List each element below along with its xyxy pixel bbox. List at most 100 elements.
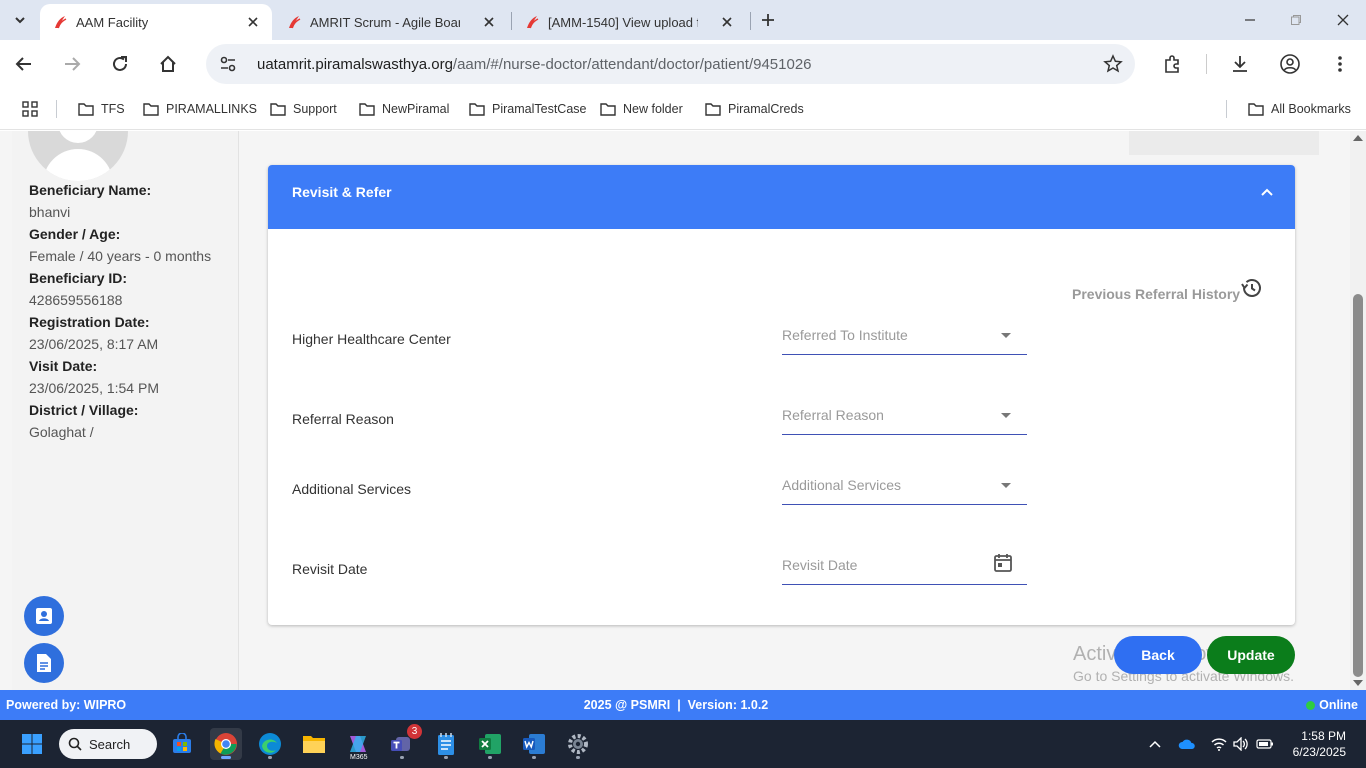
taskbar-settings[interactable]: [562, 728, 594, 760]
previous-referral-history-link[interactable]: Previous Referral History: [1072, 286, 1240, 302]
edge-icon: [259, 733, 281, 755]
taskbar-store[interactable]: [166, 728, 198, 760]
folder-icon: [600, 103, 616, 116]
piramal-favicon-icon: [527, 16, 539, 29]
online-status: Online: [1306, 698, 1358, 712]
site-info-icon[interactable]: [218, 54, 238, 74]
taskbar-excel[interactable]: [474, 728, 506, 760]
calendar-icon[interactable]: [993, 553, 1013, 573]
tab-aam-facility[interactable]: AAM Facility: [40, 4, 272, 40]
minimize-button[interactable]: [1240, 10, 1260, 30]
taskbar-edge[interactable]: [254, 728, 286, 760]
revisit-refer-header[interactable]: Revisit & Refer: [268, 165, 1295, 229]
gender-age-value: Female / 40 years - 0 months: [29, 248, 212, 264]
taskbar-chrome[interactable]: [210, 728, 242, 760]
bookmark-label: Support: [293, 102, 337, 116]
all-bookmarks-button[interactable]: All Bookmarks: [1248, 100, 1351, 118]
running-indicator: [400, 756, 404, 759]
search-icon: [68, 737, 82, 751]
visit-date-value: 23/06/2025, 1:54 PM: [29, 380, 159, 396]
taskbar-word[interactable]: [518, 728, 550, 760]
close-tab-icon[interactable]: [718, 13, 736, 31]
gender-age-label: Gender / Age:: [29, 226, 121, 242]
clock-date: 6/23/2025: [1292, 745, 1346, 759]
case-sheet-button[interactable]: [24, 643, 64, 683]
scroll-up-arrow-icon[interactable]: [1353, 135, 1363, 141]
start-button[interactable]: [16, 728, 48, 760]
store-icon: [173, 733, 191, 753]
bookmark-star-icon[interactable]: [1103, 54, 1123, 74]
taskbar-teams[interactable]: 3: [386, 724, 422, 760]
back-nav-button[interactable]: [12, 52, 36, 76]
clock-time: 1:58 PM: [1301, 729, 1346, 743]
visit-date-label: Visit Date:: [29, 358, 98, 374]
forward-nav-button[interactable]: [60, 52, 84, 76]
tab-amm-1540[interactable]: [AMM-1540] View upload fil: [512, 4, 746, 40]
card-title: Revisit & Refer: [292, 184, 392, 200]
tab-title: AMRIT Scrum - Agile Board: [310, 14, 460, 30]
bookmark-label: All Bookmarks: [1271, 102, 1351, 116]
online-status-text: Online: [1319, 698, 1358, 712]
page-viewport: Beneficiary Name: bhanvi Gender / Age: F…: [0, 131, 1366, 690]
taskbar-clock[interactable]: 1:58 PM 6/23/2025: [1293, 728, 1346, 760]
excel-icon: [479, 734, 501, 754]
chevron-down-icon: [15, 17, 25, 24]
close-window-button[interactable]: [1333, 10, 1353, 30]
taskbar-notepad[interactable]: [430, 728, 462, 760]
restore-button[interactable]: [1286, 10, 1306, 30]
word-icon: [523, 734, 545, 754]
taskbar-file-explorer[interactable]: [298, 728, 330, 760]
bookmark-folder-support[interactable]: Support: [270, 100, 337, 118]
address-bar[interactable]: uatamrit.piramalswasthya.org/aam/#/nurse…: [206, 44, 1135, 84]
bookmark-folder-piramallinks[interactable]: PIRAMALLINKS: [143, 100, 257, 118]
online-dot-icon: [1306, 700, 1316, 710]
referred-to-institute-select[interactable]: Referred To Institute: [782, 319, 1027, 355]
close-tab-icon[interactable]: [244, 13, 262, 31]
bookmark-folder-newpiramal[interactable]: NewPiramal: [359, 100, 449, 118]
tab-search-button[interactable]: [8, 8, 32, 32]
volume-icon[interactable]: [1232, 736, 1250, 752]
bookmark-folder-new-folder[interactable]: New folder: [600, 100, 683, 118]
onedrive-cloud-icon[interactable]: [1178, 736, 1196, 752]
apps-grid-icon: [22, 101, 38, 117]
home-button[interactable]: [156, 52, 180, 76]
apps-button[interactable]: [22, 100, 38, 118]
gear-icon: [568, 734, 588, 754]
field-placeholder: Revisit Date: [782, 557, 858, 573]
extensions-button[interactable]: [1161, 52, 1185, 76]
profile-button[interactable]: [1278, 52, 1302, 76]
referral-reason-select[interactable]: Referral Reason: [782, 399, 1027, 435]
bookmark-folder-piramaltestcase[interactable]: PiramalTestCase: [469, 100, 586, 118]
back-button[interactable]: Back: [1114, 636, 1202, 674]
update-button[interactable]: Update: [1207, 636, 1295, 674]
scroll-down-arrow-icon[interactable]: [1353, 680, 1363, 686]
bookmark-folder-piramalcreds[interactable]: PiramalCreds: [705, 100, 804, 118]
folder-icon: [705, 103, 721, 116]
version-text: 2025 @ PSMRI | Version: 1.0.2: [583, 698, 769, 712]
bookmark-folder-tfs[interactable]: TFS: [78, 100, 125, 118]
home-icon: [160, 55, 176, 72]
taskbar-search-label: Search: [89, 736, 131, 752]
new-tab-button[interactable]: [757, 9, 779, 31]
beneficiary-profile-button[interactable]: [24, 596, 64, 636]
additional-services-select[interactable]: Additional Services: [782, 469, 1027, 505]
scrollbar-thumb[interactable]: [1353, 294, 1363, 677]
wifi-icon[interactable]: [1210, 736, 1228, 752]
collapse-chevron-up-icon[interactable]: [1259, 185, 1275, 201]
browser-menu-button[interactable]: [1328, 52, 1352, 76]
downloads-button[interactable]: [1228, 52, 1252, 76]
reload-button[interactable]: [108, 52, 132, 76]
battery-icon[interactable]: [1256, 736, 1274, 752]
tab-amrit-scrum[interactable]: AMRIT Scrum - Agile Board: [274, 4, 508, 40]
tray-overflow-chevron-icon[interactable]: [1146, 736, 1164, 752]
avatar-body: [43, 149, 113, 181]
history-icon[interactable]: [1240, 276, 1264, 300]
close-tab-icon[interactable]: [480, 13, 498, 31]
running-indicator: [444, 756, 448, 759]
revisit-date-input[interactable]: Revisit Date: [782, 549, 1027, 585]
account-circle-icon: [1280, 54, 1300, 74]
page-scrollbar[interactable]: [1350, 131, 1366, 690]
piramal-favicon-icon: [289, 16, 301, 29]
taskbar-m365[interactable]: M365: [342, 728, 374, 761]
taskbar-search[interactable]: Search: [59, 729, 157, 759]
